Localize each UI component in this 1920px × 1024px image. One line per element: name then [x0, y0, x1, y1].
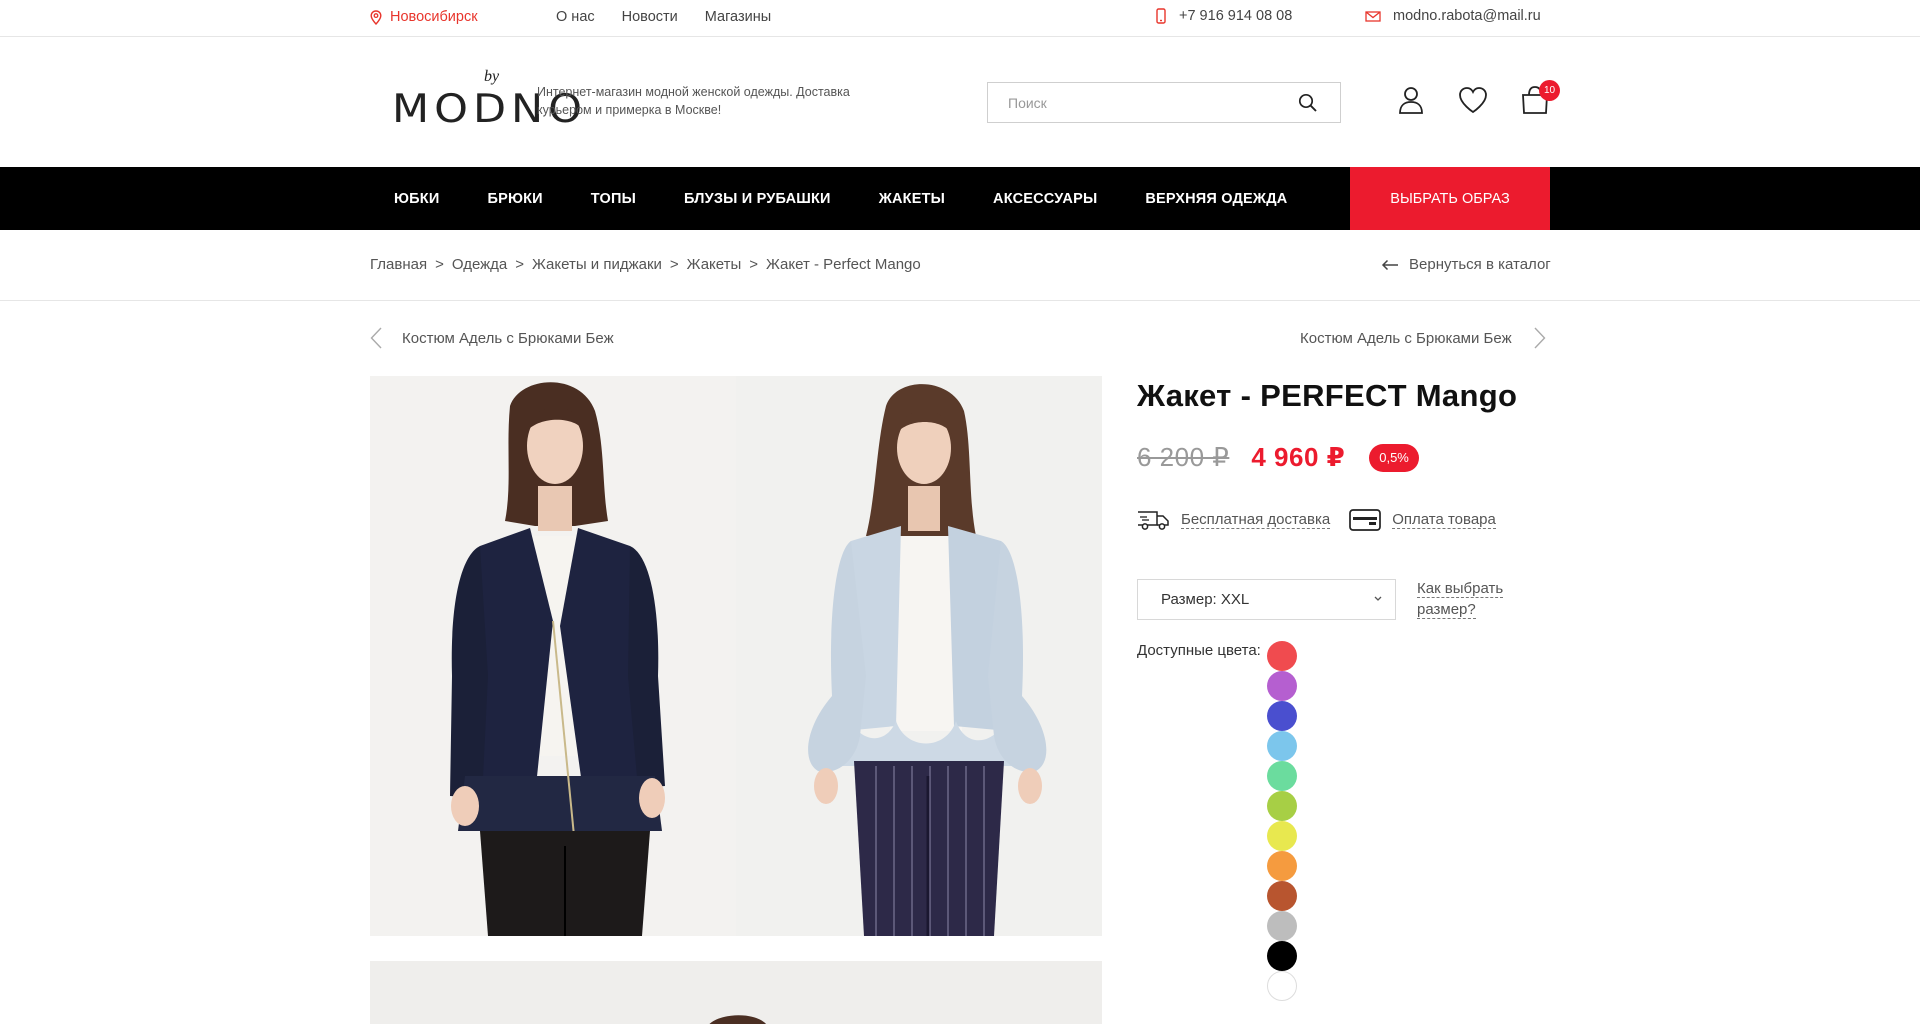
cart-button[interactable]: 10 [1519, 80, 1560, 116]
search-button[interactable] [1294, 83, 1322, 122]
product-photo-navy-jacket[interactable] [370, 376, 736, 936]
color-swatch[interactable] [1267, 731, 1297, 761]
menu-item-trousers[interactable]: Брюки [463, 191, 566, 207]
breadcrumb-jackets-blazers[interactable]: Жакеты и пиджаки [532, 256, 662, 273]
color-swatches [1267, 641, 1297, 1001]
menu-item-jackets[interactable]: Жакеты [855, 191, 969, 207]
breadcrumb-current: Жакет - Perfect Mango [766, 256, 921, 273]
breadcrumb-separator: > [749, 256, 759, 273]
color-swatch[interactable] [1267, 641, 1297, 671]
account-button[interactable] [1395, 84, 1427, 116]
color-swatch[interactable] [1267, 701, 1297, 731]
phone-icon [1156, 8, 1166, 24]
top-link-news[interactable]: Новости [622, 9, 678, 25]
choose-look-button[interactable]: Выбрать образ [1350, 167, 1550, 230]
next-product-label: Костюм Адель с Брюками Беж [1300, 329, 1512, 347]
top-link-stores[interactable]: Магазины [705, 9, 771, 25]
logo-by: by [484, 68, 500, 85]
product-photo-next[interactable] [370, 961, 1102, 1024]
old-price: 6 200 ₽ [1137, 442, 1230, 472]
top-bar: Новосибирск О нас Новости Магазины +7 91… [0, 0, 1920, 37]
wishlist-button[interactable] [1457, 84, 1489, 116]
payment-info-link[interactable]: Оплата товара [1348, 508, 1496, 532]
payment-info-label: Оплата товара [1392, 511, 1496, 529]
divider [0, 300, 1920, 301]
menu-item-outerwear[interactable]: Верхняя одежда [1121, 191, 1311, 207]
email-link[interactable]: modno.rabota@mail.ru [1365, 8, 1541, 24]
color-swatch[interactable] [1267, 671, 1297, 701]
color-swatch[interactable] [1267, 791, 1297, 821]
photo-navy-jacket-illustration [450, 382, 665, 936]
search-icon [1298, 93, 1317, 112]
chevron-down-icon [1374, 596, 1382, 601]
price-block: 6 200 ₽ 4 960 ₽ 0,5% [1137, 442, 1419, 473]
phone-number: +7 916 914 08 08 [1179, 8, 1293, 24]
free-delivery-label: Бесплатная доставка [1181, 511, 1331, 529]
heart-icon [1459, 87, 1487, 114]
location-pin-icon [370, 9, 382, 25]
breadcrumb-clothing[interactable]: Одежда [452, 256, 507, 273]
breadcrumb-home[interactable]: Главная [370, 256, 427, 273]
photo-next-illustration [709, 1015, 766, 1024]
mail-icon [1365, 10, 1381, 22]
back-to-catalog-label: Вернуться в каталог [1409, 256, 1551, 273]
header-actions: 10 [1395, 80, 1560, 116]
breadcrumb-separator: > [669, 256, 679, 273]
back-to-catalog-link[interactable]: Вернуться в каталог [1381, 256, 1551, 273]
current-price: 4 960 ₽ [1251, 442, 1346, 472]
color-swatch[interactable] [1267, 761, 1297, 791]
size-select[interactable]: Размер: XXL [1137, 579, 1396, 620]
size-guide-label: Как выбрать размер? [1417, 580, 1504, 619]
breadcrumb-separator: > [515, 256, 525, 273]
city-selector[interactable]: Новосибирск [370, 9, 478, 25]
size-guide-link[interactable]: Как выбрать размер? [1417, 578, 1527, 620]
colors-label: Доступные цвета: [1137, 642, 1261, 659]
breadcrumb: Главная > Одежда > Жакеты и пиджаки > Жа… [370, 256, 921, 273]
menu-item-skirts[interactable]: Юбки [370, 191, 463, 207]
credit-card-icon [1349, 509, 1382, 531]
top-link-about[interactable]: О нас [556, 9, 595, 25]
color-swatch[interactable] [1267, 851, 1297, 881]
photo-blue-jacket-illustration [808, 384, 1047, 936]
chevron-right-icon [1534, 327, 1546, 349]
size-select-value: Размер: XXL [1161, 591, 1250, 608]
breadcrumb-separator: > [435, 256, 444, 273]
menu-item-tops[interactable]: Топы [567, 191, 660, 207]
site-tagline: Интернет-магазин модной женской одежды. … [537, 85, 850, 117]
color-swatch[interactable] [1267, 821, 1297, 851]
phone-link[interactable]: +7 916 914 08 08 [1156, 8, 1292, 24]
search-input[interactable] [988, 83, 1278, 122]
email-address: modno.rabota@mail.ru [1393, 8, 1541, 24]
arrow-left-icon [1381, 259, 1398, 270]
menu-item-accessories[interactable]: Аксессуары [969, 191, 1121, 207]
main-menu: Юбки Брюки Топы Блузы и рубашки Жакеты А… [0, 167, 1920, 230]
prev-product-label: Костюм Адель с Брюками Беж [402, 329, 614, 347]
color-swatch[interactable] [1267, 911, 1297, 941]
next-product-link[interactable]: Костюм Адель с Брюками Беж [1300, 327, 1546, 349]
delivery-truck-icon [1138, 511, 1169, 530]
color-swatch[interactable] [1267, 941, 1297, 971]
free-delivery-link[interactable]: Бесплатная доставка [1137, 509, 1331, 531]
prev-product-link[interactable]: Костюм Адель с Брюками Беж [370, 327, 614, 349]
product-photo-blue-jacket[interactable] [736, 376, 1102, 936]
city-name: Новосибирск [390, 9, 478, 25]
color-swatch[interactable] [1267, 971, 1297, 1001]
chevron-left-icon [370, 327, 382, 349]
breadcrumb-jackets[interactable]: Жакеты [687, 256, 742, 273]
top-nav: О нас Новости Магазины [556, 9, 771, 25]
product-features: Бесплатная доставка Оплата товара [1137, 508, 1512, 532]
product-title: Жакет - PERFECT Mango [1137, 378, 1518, 413]
color-swatch[interactable] [1267, 881, 1297, 911]
product-gallery [370, 376, 1102, 936]
menu-item-blouses[interactable]: Блузы и рубашки [660, 191, 855, 207]
search-box [987, 82, 1341, 123]
discount-badge: 0,5% [1369, 443, 1419, 472]
user-icon [1399, 87, 1423, 114]
cart-count-badge: 10 [1539, 80, 1560, 101]
